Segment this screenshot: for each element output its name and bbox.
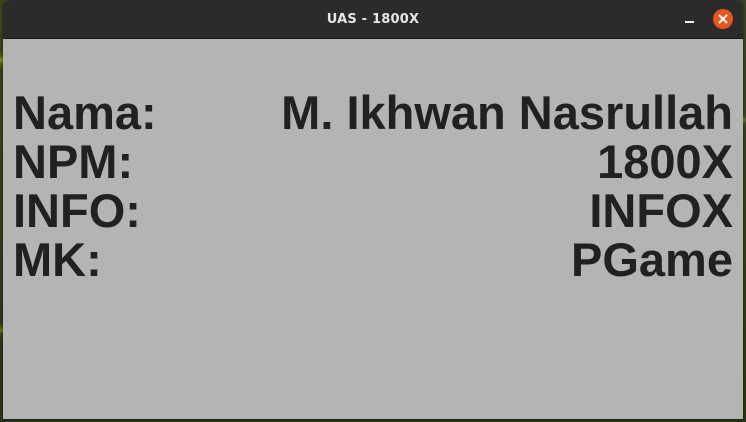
info-label: MK: (13, 233, 102, 286)
minimize-button[interactable] (679, 9, 699, 29)
info-value: PGame (571, 233, 733, 286)
app-window: UAS - 1800X Nama: M. Ikhwan Nasrullah NP… (3, 0, 743, 419)
info-value: 1800X (597, 135, 733, 188)
info-row-npm: NPM: 1800X (13, 137, 733, 186)
info-label: NPM: (13, 135, 134, 188)
close-button[interactable] (713, 9, 733, 29)
info-label: INFO: (13, 184, 141, 237)
window-title: UAS - 1800X (326, 11, 420, 27)
info-row-mk: MK: PGame (13, 235, 733, 284)
info-value: INFOX (589, 184, 733, 237)
info-row-info: INFO: INFOX (13, 186, 733, 235)
title-bar[interactable]: UAS - 1800X (3, 0, 743, 39)
info-value: M. Ikhwan Nasrullah (281, 86, 733, 139)
close-icon (718, 14, 728, 24)
minimize-icon (684, 21, 694, 23)
info-row-nama: Nama: M. Ikhwan Nasrullah (13, 88, 733, 137)
info-label: Nama: (13, 86, 157, 139)
info-panel: Nama: M. Ikhwan Nasrullah NPM: 1800X INF… (3, 39, 743, 284)
window-controls (679, 9, 733, 29)
